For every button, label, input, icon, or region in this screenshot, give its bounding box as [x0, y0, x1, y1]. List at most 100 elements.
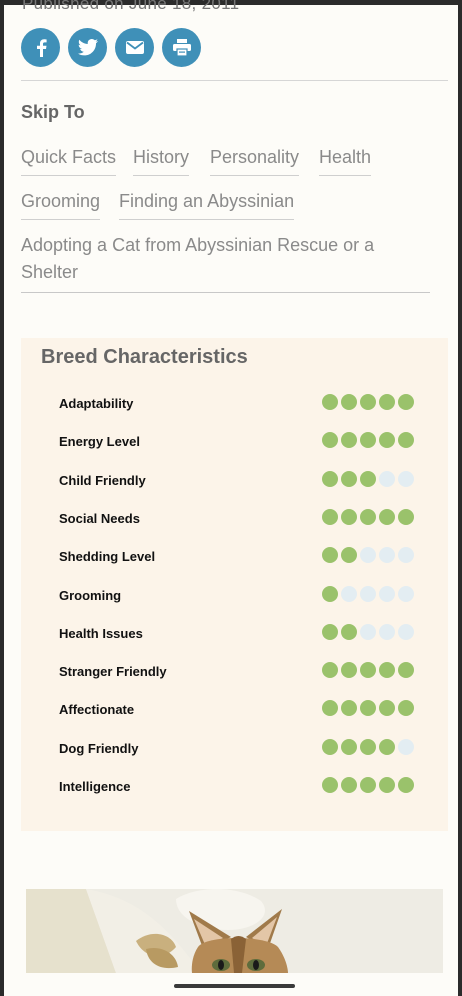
trait-label: Energy Level: [59, 434, 140, 450]
trait-row: Shedding Level: [59, 547, 414, 567]
rating-dot-filled: [341, 662, 357, 679]
rating-dot-filled: [398, 508, 414, 525]
rating-dot-filled: [322, 738, 338, 755]
rating-dot-filled: [379, 777, 395, 793]
rating-dot-filled: [398, 700, 414, 717]
trait-rating: [319, 738, 414, 755]
rating-dot-filled: [341, 470, 357, 487]
rating-dot-filled: [322, 700, 338, 717]
trait-label: Affectionate: [59, 702, 135, 718]
trait-label: Stranger Friendly: [59, 664, 167, 680]
trait-row: Child Friendly: [59, 470, 414, 491]
trait-label: Adaptability: [59, 396, 134, 411]
print-share-button[interactable]: [162, 28, 201, 67]
rating-dot-filled: [379, 700, 395, 717]
trait-rating: [319, 394, 414, 410]
trait-row: Stranger Friendly: [59, 662, 414, 682]
skip-link-history[interactable]: History: [133, 147, 190, 176]
rating-dot-empty: [398, 547, 414, 564]
rating-dot-filled: [398, 662, 414, 679]
trait-rating: [319, 585, 414, 602]
rating-dot-filled: [341, 623, 357, 640]
rating-dot-filled: [360, 700, 376, 717]
trait-label: Social Needs: [59, 510, 140, 526]
rating-dot-filled: [322, 662, 338, 679]
skip-link-quick-facts[interactable]: Quick Facts: [21, 147, 117, 176]
facebook-share-button[interactable]: [21, 28, 60, 67]
skip-link-adopting[interactable]: Adopting a Cat from Abyssinian Rescue or…: [21, 232, 421, 293]
trait-rating: [319, 432, 414, 449]
trait-label: Grooming: [59, 587, 122, 603]
device-frame-right: [458, 0, 462, 996]
rating-dot-filled: [398, 394, 414, 410]
rating-dot-empty: [379, 623, 395, 640]
rating-dot-filled: [322, 547, 338, 564]
rating-dot-filled: [322, 777, 338, 793]
rating-dot-filled: [379, 662, 395, 679]
device-frame-left: [0, 0, 4, 996]
rating-dot-empty: [398, 623, 414, 640]
rating-dot-filled: [360, 738, 376, 755]
rating-dot-filled: [341, 508, 357, 525]
rating-dot-empty: [398, 738, 414, 755]
published-date: Published on June 18, 2011: [22, 0, 240, 13]
trait-rating: [319, 508, 414, 525]
facebook-icon: [34, 38, 48, 57]
trait-rating: [319, 662, 414, 679]
rating-dot-filled: [322, 623, 338, 640]
trait-rating: [319, 623, 414, 640]
trait-row: Grooming: [59, 585, 414, 606]
breed-characteristics-title: Breed Characteristics: [41, 346, 248, 368]
twitter-share-button[interactable]: [68, 28, 107, 67]
rating-dot-filled: [341, 777, 357, 793]
trait-row: Intelligence: [59, 777, 414, 797]
cat-photo: [26, 889, 443, 973]
rating-dot-filled: [379, 432, 395, 449]
skip-link-personality[interactable]: Personality: [210, 147, 300, 176]
skip-link-grooming[interactable]: Grooming: [21, 191, 101, 220]
skip-link-finding[interactable]: Finding an Abyssinian: [119, 191, 295, 220]
skip-to-title: Skip To: [21, 102, 85, 122]
trait-label: Child Friendly: [59, 472, 146, 488]
trait-label: Shedding Level: [59, 549, 156, 565]
rating-dot-filled: [341, 432, 357, 449]
trait-row: Adaptability: [59, 394, 414, 414]
rating-dot-empty: [360, 623, 376, 640]
email-share-button[interactable]: [115, 28, 154, 67]
rating-dot-empty: [379, 470, 395, 487]
trait-label: Dog Friendly: [59, 740, 139, 756]
trait-rating: [319, 700, 414, 717]
rating-dot-filled: [322, 585, 338, 602]
rating-dot-empty: [341, 585, 357, 602]
twitter-icon: [77, 39, 98, 56]
rating-dot-filled: [322, 470, 338, 487]
rating-dot-empty: [360, 547, 376, 564]
rating-dot-filled: [341, 738, 357, 755]
trait-row: Social Needs: [59, 508, 414, 529]
breed-characteristics-panel: Breed Characteristics Adaptability Energy…: [21, 338, 448, 831]
email-icon: [125, 41, 144, 54]
rating-dot-filled: [341, 700, 357, 717]
home-indicator[interactable]: [174, 984, 295, 988]
trait-rating: [319, 777, 414, 793]
rating-dot-filled: [360, 432, 376, 449]
skip-link-health[interactable]: Health: [319, 147, 372, 176]
rating-dot-filled: [360, 470, 376, 487]
rating-dot-filled: [322, 394, 338, 410]
trait-rating: [319, 547, 414, 564]
rating-dot-filled: [360, 777, 376, 793]
rating-dot-filled: [398, 777, 414, 793]
share-bar: [21, 28, 201, 67]
rating-dot-filled: [360, 508, 376, 525]
trait-rating: [319, 470, 414, 487]
rating-dot-filled: [322, 432, 338, 449]
divider: [21, 80, 448, 81]
rating-dot-filled: [360, 394, 376, 410]
trait-label: Health Issues: [59, 625, 143, 641]
skip-links-underline: [21, 292, 430, 293]
trait-label: Intelligence: [59, 779, 131, 794]
rating-dot-filled: [379, 394, 395, 410]
trait-row: Affectionate: [59, 700, 414, 720]
rating-dot-empty: [398, 585, 414, 602]
rating-dot-filled: [398, 432, 414, 449]
